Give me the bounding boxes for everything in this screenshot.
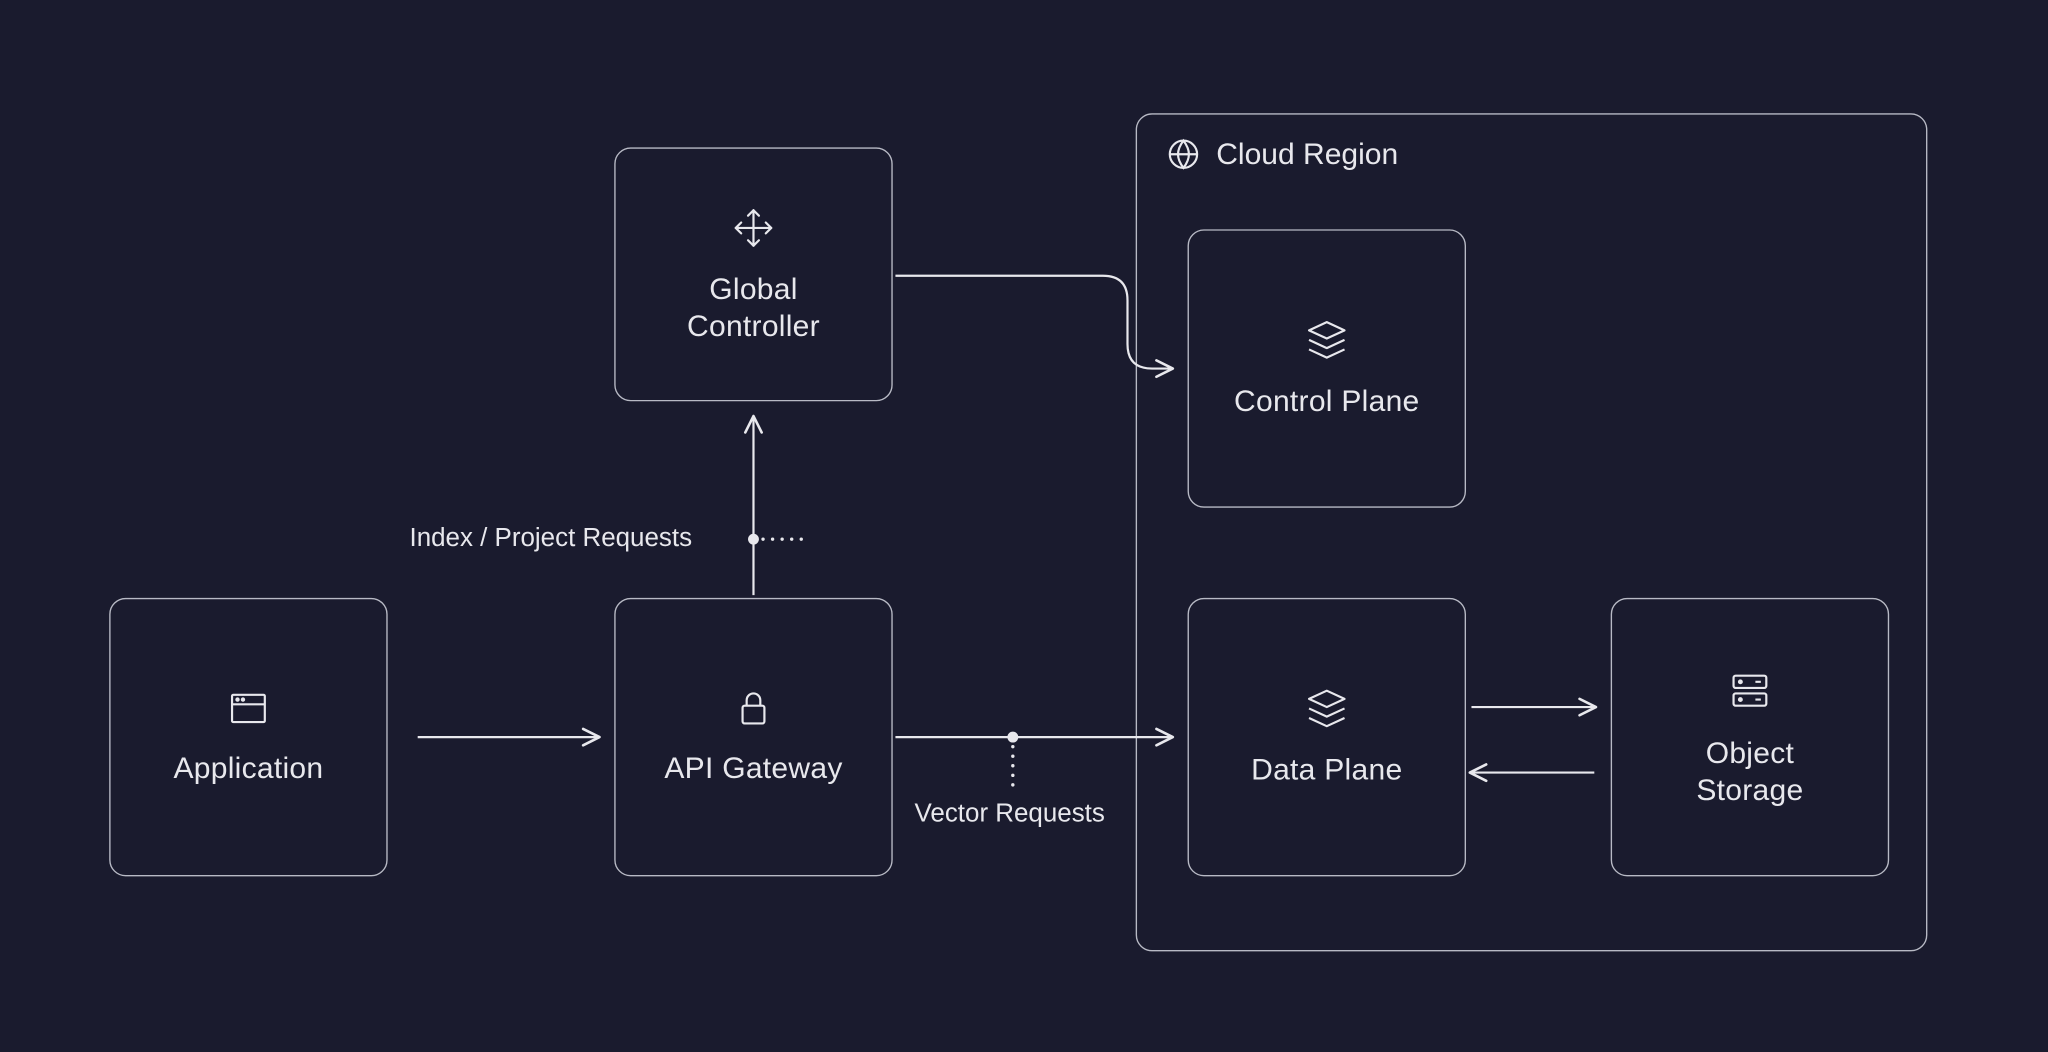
edge-label-index-project: Index / Project Requests [410,524,693,554]
edge-label-vector-requests: Vector Requests [915,800,1105,830]
cloud-region-label: Cloud Region [1216,137,1398,172]
global-controller-label: Global Controller [687,270,820,345]
window-icon [227,687,271,731]
cloud-region-header: Cloud Region [1167,137,1398,172]
edge-controller-to-controlplane [895,276,1171,369]
globe-icon [1167,138,1200,171]
control-plane-label: Control Plane [1234,383,1420,421]
api-gateway-node: API Gateway [614,598,892,876]
global-controller-node: Global Controller [614,147,892,401]
data-plane-node: Data Plane [1188,598,1466,876]
layers-icon [1304,686,1350,732]
application-node: Application [109,598,387,876]
move-icon [730,204,776,250]
object-storage-label: Object Storage [1696,734,1803,809]
server-icon [1725,665,1774,714]
api-gateway-label: API Gateway [664,750,842,788]
lock-icon [732,687,776,731]
object-storage-node: Object Storage [1611,598,1889,876]
data-plane-label: Data Plane [1251,751,1402,789]
architecture-diagram: Cloud Region Application API Gateway [0,0,2048,1052]
control-plane-node: Control Plane [1188,229,1466,507]
application-label: Application [173,750,323,788]
layers-icon [1304,317,1350,363]
